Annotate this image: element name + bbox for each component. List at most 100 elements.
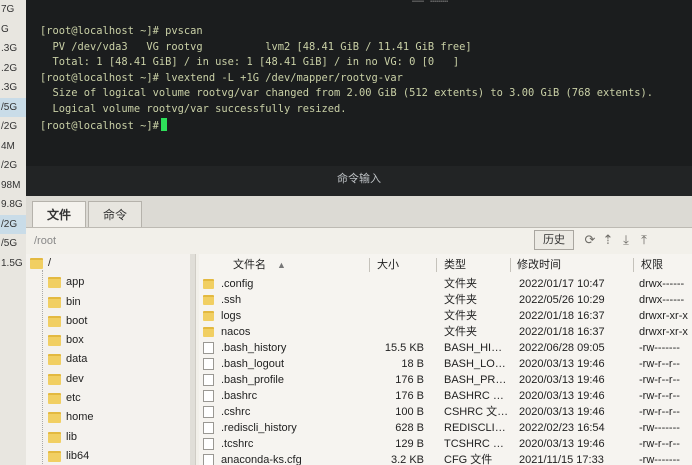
file-row[interactable]: .bashrc 176 B BASHRC … 2020/03/13 19:46 -rw-… [199, 388, 692, 404]
folder-icon [48, 393, 61, 405]
file-modified: 2022/05/26 10:29 [519, 294, 605, 306]
file-type: 文件夹 [444, 310, 477, 322]
file-row[interactable]: .bash_logout 18 B BASH_LO… 2020/03/13 19:46… [199, 356, 692, 372]
folder-icon [48, 315, 61, 327]
tab-commands[interactable]: 命令 [88, 201, 143, 227]
file-row[interactable]: .ssh 文件夹 2022/05/26 10:29 drwx------ [199, 292, 692, 308]
file-size: 100 B [395, 406, 424, 418]
terminal-prompt-line[interactable]: [root@localhost ~]# [40, 117, 692, 134]
refresh-icon[interactable]: ⟳ [582, 231, 598, 249]
file-permissions: -rw------- [639, 454, 680, 465]
column-permissions[interactable]: 权限 [641, 256, 663, 274]
folder-icon [48, 450, 61, 462]
size-label: 7G [1, 4, 15, 15]
upload-folder-icon[interactable]: ⤒ [636, 231, 652, 249]
file-size: 176 B [395, 390, 424, 402]
file-row[interactable]: .bash_history 15.5 KB BASH_HI… 2022/06/28 0… [199, 340, 692, 356]
file-size: 3.2 KB [390, 454, 424, 465]
tree-item-box[interactable]: box [26, 331, 195, 350]
file-icon [203, 390, 214, 402]
file-type: CFG 文件 [444, 454, 493, 465]
file-icon [203, 454, 214, 465]
file-modified: 2020/03/13 19:46 [519, 358, 605, 370]
size-label: /2G [1, 121, 18, 132]
tree-item-bin[interactable]: bin [26, 293, 195, 312]
history-button[interactable]: 历史 [534, 230, 574, 250]
file-type: BASH_PR… [444, 374, 507, 386]
file-permissions: -rw------- [639, 422, 680, 434]
file-permissions: drwx------ [639, 294, 685, 306]
folder-icon [203, 311, 214, 321]
file-permissions: -rw------- [639, 342, 680, 354]
file-manager-panel: 文件 命令 /root 历史 ⟳ ⇡ ⤓ ⤒ / app bin boot box da… [26, 196, 692, 465]
file-row[interactable]: nacos 文件夹 2022/01/18 16:37 drwxr-xr-x [199, 324, 692, 340]
column-size[interactable]: 大小 [377, 256, 399, 274]
left-size-strip: 7G G .3G .2G .3G/5G/2G 4M/2G 98M 9.8G/2G/5G 1.5G [0, 0, 26, 465]
tree-item-lib[interactable]: lib [26, 428, 195, 447]
size-label: /5G [0, 97, 26, 117]
tree-item-data[interactable]: data [26, 350, 195, 369]
tree-scrollbar[interactable] [190, 254, 195, 465]
tree-item-root[interactable]: / [26, 254, 195, 273]
file-name: anaconda-ks.cfg [221, 454, 302, 465]
tree-item-label: dev [66, 372, 84, 385]
folder-icon [48, 412, 61, 424]
tree-item-label: app [66, 276, 85, 289]
folder-icon [203, 295, 214, 305]
download-icon[interactable]: ⤓ [618, 231, 634, 249]
terminal-line: [root@localhost ~]# lvextend -L +1G /dev… [40, 71, 403, 84]
terminal-line: Logical volume rootvg/var successfully r… [40, 102, 347, 115]
file-icon [203, 406, 214, 418]
tree-item-label: lib64 [66, 449, 90, 462]
size-label: .3G [1, 43, 18, 54]
tree-item-dev[interactable]: dev [26, 370, 195, 389]
file-modified: 2022/01/17 10:47 [519, 278, 605, 290]
file-name: .tcshrc [221, 438, 254, 450]
file-size: 15.5 KB [384, 342, 424, 354]
file-row[interactable]: logs 文件夹 2022/01/18 16:37 drwxr-xr-x [199, 308, 692, 324]
terminal-top-fragment: ·…… ……… [406, 0, 448, 5]
terminal-cursor [160, 117, 167, 131]
command-input-bar[interactable]: 命令输入 [26, 166, 692, 196]
column-type[interactable]: 类型 [444, 256, 466, 274]
size-label: .3G [1, 82, 18, 93]
tree-item-label: bin [66, 295, 81, 308]
folder-icon [203, 279, 214, 289]
terminal-line: [root@localhost ~]# pvscan [40, 25, 203, 37]
path-bar: /root 历史 ⟳ ⇡ ⤓ ⤒ [26, 230, 692, 252]
folder-icon [48, 354, 61, 366]
file-type: BASH_LO… [444, 358, 506, 370]
tab-files[interactable]: 文件 [32, 201, 87, 227]
file-list-header: 文件名 ▲ 大小 类型 修改时间 权限 [199, 256, 692, 274]
file-row[interactable]: .bash_profile 176 B BASH_PR… 2020/03/13 19:… [199, 372, 692, 388]
tree-item-etc[interactable]: etc [26, 389, 195, 408]
file-modified: 2020/03/13 19:46 [519, 406, 605, 418]
path-input[interactable]: /root [30, 232, 530, 250]
tree-item-app[interactable]: app [26, 273, 195, 292]
folder-icon [48, 431, 61, 443]
file-row[interactable]: .config 文件夹 2022/01/17 10:47 drwx------ [199, 276, 692, 292]
tree-item-lib64[interactable]: lib64 [26, 447, 195, 465]
file-row[interactable]: anaconda-ks.cfg 3.2 KB CFG 文件 2021/11/15 17… [199, 452, 692, 465]
file-row[interactable]: .cshrc 100 B CSHRC 文… 2020/03/13 19:46 -rw-r… [199, 404, 692, 420]
folder-icon [48, 335, 61, 347]
folder-icon [48, 277, 61, 289]
file-row[interactable]: .rediscli_history 628 B REDISCLI… 2022/02/2… [199, 420, 692, 436]
upload-icon[interactable]: ⇡ [600, 231, 616, 249]
column-modified[interactable]: 修改时间 [517, 256, 561, 274]
column-name[interactable]: 文件名 [233, 256, 266, 274]
terminal-prompt: [root@localhost ~]# [40, 119, 159, 132]
tree-item-label: / [48, 257, 52, 269]
terminal-line: Total: 1 [48.41 GiB] / in use: 1 [48.41 … [40, 56, 460, 69]
tree-item-label: home [66, 411, 94, 424]
file-list: 文件名 ▲ 大小 类型 修改时间 权限 .config 文件夹 2022/01/17… [199, 254, 692, 465]
tree-item-home[interactable]: home [26, 408, 195, 427]
file-permissions: -rw-r--r-- [639, 406, 680, 418]
file-row[interactable]: .tcshrc 129 B TCSHRC … 2020/03/13 19:46 -rw-… [199, 436, 692, 452]
size-label: /5G [1, 238, 18, 249]
folder-icon [48, 296, 61, 308]
terminal-panel[interactable]: ·…… ……… [root@localhost ~]# pvscan PV /d… [26, 0, 692, 200]
tree-item-boot[interactable]: boot [26, 312, 195, 331]
file-modified: 2022/02/23 16:54 [519, 422, 605, 434]
file-type: 文件夹 [444, 326, 477, 338]
